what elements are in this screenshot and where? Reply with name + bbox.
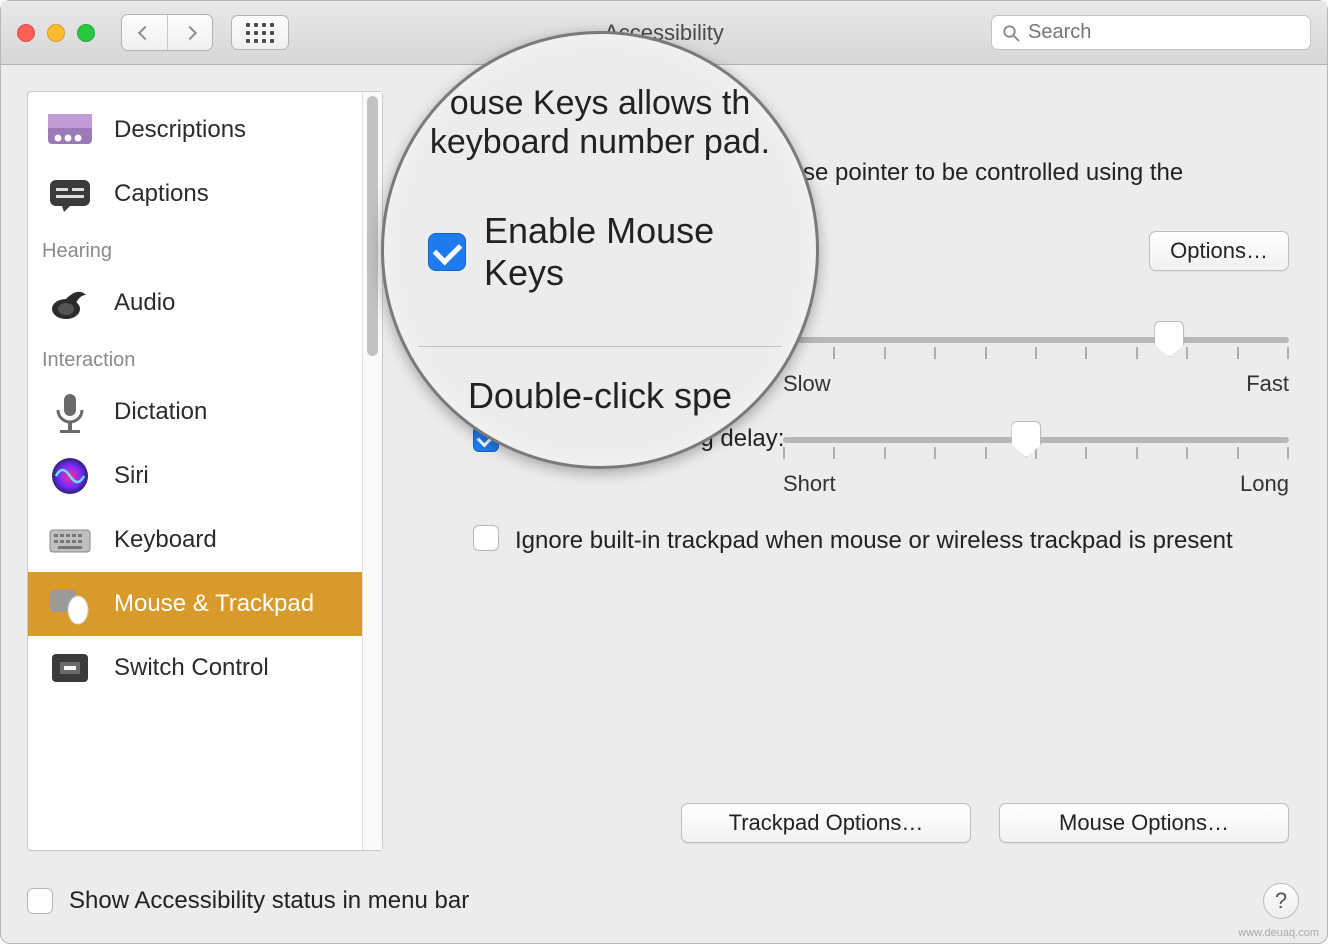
back-button[interactable]: [122, 15, 167, 50]
double-click-speed-label: Double-click spe: [418, 375, 782, 417]
accessibility-window: Accessibility Descriptions Ca: [0, 0, 1328, 944]
sidebar-item-mouse-trackpad[interactable]: Mouse & Trackpad: [28, 572, 362, 636]
sidebar-item-keyboard[interactable]: Keyboard: [28, 508, 362, 572]
sidebar-category-hearing: Hearing: [28, 226, 362, 271]
window-controls: [17, 24, 95, 42]
spring-loading-delay-row: Short Long: [783, 423, 1289, 497]
forward-button[interactable]: [167, 15, 212, 50]
sidebar-item-switch-control[interactable]: Switch Control: [28, 636, 362, 700]
minimize-window-button[interactable]: [47, 24, 65, 42]
ignore-trackpad-label: Ignore built-in trackpad when mouse or w…: [515, 525, 1233, 557]
sidebar-item-dictation[interactable]: Dictation: [28, 380, 362, 444]
magnifier-text-line1: ouse Keys allows th: [418, 84, 782, 123]
sidebar-item-label: Keyboard: [114, 526, 217, 554]
footer: Show Accessibility status in menu bar ?: [27, 883, 1299, 919]
slider-max-label: Long: [1240, 471, 1289, 497]
sidebar-scrollbar[interactable]: [362, 92, 382, 850]
sidebar-item-label: Mouse & Trackpad: [114, 590, 314, 618]
ignore-trackpad-checkbox[interactable]: [473, 525, 499, 551]
slider-min-label: Short: [783, 471, 836, 497]
sidebar-item-label: Dictation: [114, 398, 207, 426]
nav-segmented: [121, 14, 213, 51]
magnifier-text-line2: keyboard number pad.: [418, 123, 782, 162]
audio-icon: [44, 281, 96, 325]
mouse-options-button[interactable]: Mouse Options…: [999, 803, 1289, 843]
close-window-button[interactable]: [17, 24, 35, 42]
show-status-label: Show Accessibility status in menu bar: [69, 887, 469, 915]
descriptions-icon: [44, 108, 96, 152]
sidebar: Descriptions Captions Hearing Audio Inte…: [27, 91, 383, 851]
spring-loading-delay-slider[interactable]: [783, 423, 1289, 465]
keyboard-icon: [44, 518, 96, 562]
sidebar-item-label: Switch Control: [114, 654, 269, 682]
search-input[interactable]: [1028, 21, 1300, 44]
search-field[interactable]: [991, 15, 1311, 50]
chevron-right-icon: [183, 25, 197, 39]
slider-max-label: Fast: [1246, 371, 1289, 397]
sidebar-item-label: Siri: [114, 462, 149, 490]
magnifier-overlay: ouse Keys allows th keyboard number pad.…: [381, 31, 819, 469]
sidebar-item-label: Captions: [114, 180, 209, 208]
show-status-checkbox[interactable]: [27, 888, 53, 914]
captions-icon: [44, 172, 96, 216]
sidebar-item-audio[interactable]: Audio: [28, 271, 362, 335]
double-click-speed-row: Slow Fast: [783, 323, 1289, 397]
chevron-left-icon: [137, 25, 151, 39]
dictation-icon: [44, 390, 96, 434]
sidebar-item-siri[interactable]: Siri: [28, 444, 362, 508]
double-click-speed-slider[interactable]: [783, 323, 1289, 365]
switch-control-icon: [44, 646, 96, 690]
help-icon: ?: [1275, 888, 1287, 914]
enable-mouse-keys-checkbox[interactable]: [428, 233, 466, 271]
scrollbar-thumb[interactable]: [367, 96, 378, 356]
watermark: www.deuaq.com: [1238, 927, 1319, 939]
slider-min-label: Slow: [783, 371, 831, 397]
siri-icon: [44, 454, 96, 498]
sidebar-category-interaction: Interaction: [28, 335, 362, 380]
sidebar-item-label: Descriptions: [114, 116, 246, 144]
sidebar-item-captions[interactable]: Captions: [28, 162, 362, 226]
sidebar-item-label: Audio: [114, 289, 175, 317]
mouse-keys-options-button[interactable]: Options…: [1149, 231, 1289, 271]
sidebar-list: Descriptions Captions Hearing Audio Inte…: [28, 92, 362, 706]
pane-bottom-buttons: Trackpad Options… Mouse Options…: [413, 803, 1289, 843]
ignore-trackpad-row: Ignore built-in trackpad when mouse or w…: [473, 525, 1259, 557]
show-all-button[interactable]: [231, 15, 289, 50]
mouse-trackpad-icon: [44, 582, 96, 626]
search-icon: [1002, 24, 1020, 42]
zoom-window-button[interactable]: [77, 24, 95, 42]
grid-icon: [246, 23, 274, 43]
sidebar-item-descriptions[interactable]: Descriptions: [28, 98, 362, 162]
enable-mouse-keys-row: Enable Mouse Keys: [428, 210, 782, 294]
trackpad-options-button[interactable]: Trackpad Options…: [681, 803, 971, 843]
enable-mouse-keys-label: Enable Mouse Keys: [484, 210, 782, 294]
magnifier-divider: [418, 346, 782, 347]
help-button[interactable]: ?: [1263, 883, 1299, 919]
mouse-keys-description-tail: se pointer to be controlled using the: [803, 159, 1289, 187]
